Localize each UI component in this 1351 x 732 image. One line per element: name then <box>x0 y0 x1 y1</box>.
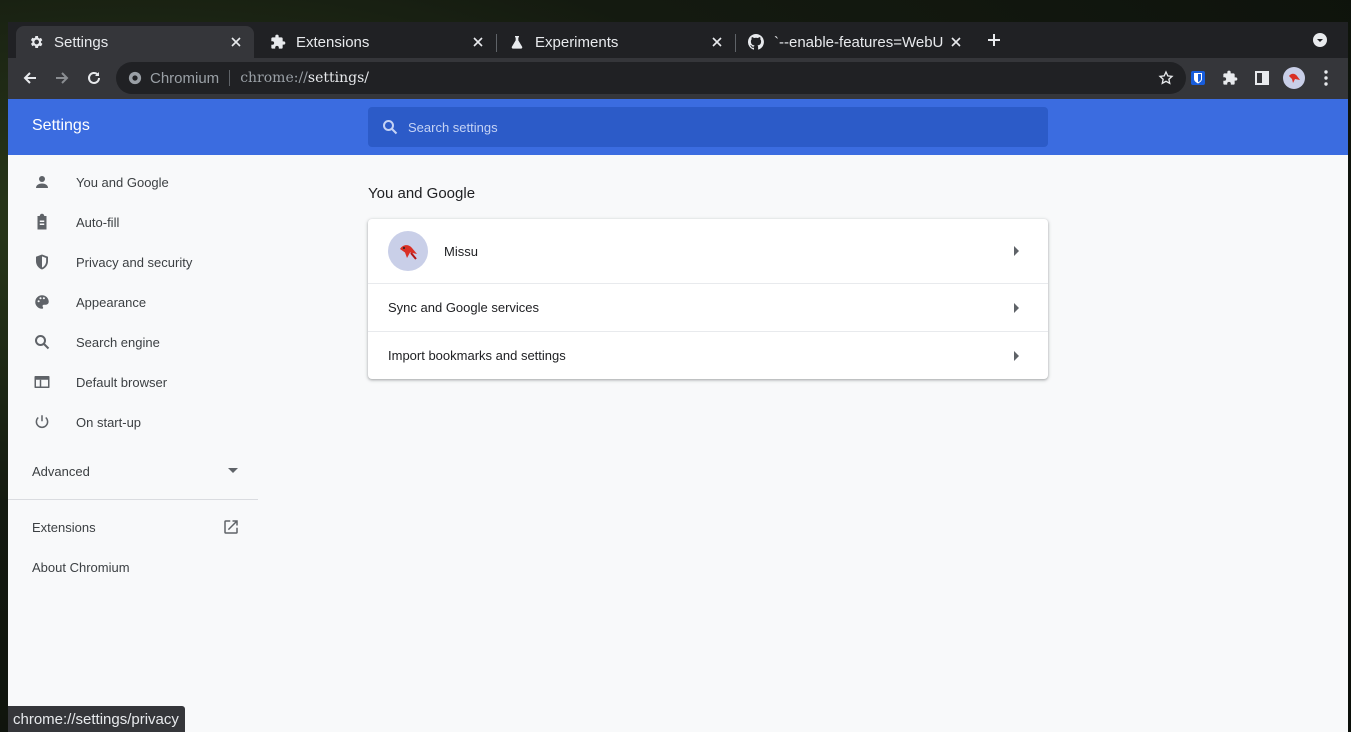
bookmark-star-icon[interactable] <box>1158 70 1174 86</box>
palette-icon <box>32 292 52 312</box>
omnibox-divider <box>229 70 231 86</box>
menu-kebab-button[interactable] <box>1310 62 1342 94</box>
tab-title: `--enable-features=WebU <box>774 33 944 51</box>
site-name: Chromium <box>150 69 220 87</box>
sidebar-item-autofill[interactable]: Auto-fill <box>8 202 258 242</box>
tab-title: Experiments <box>535 33 619 51</box>
open-in-new-icon <box>222 518 240 536</box>
url-scheme: chrome:// <box>240 70 308 86</box>
import-label: Import bookmarks and settings <box>388 348 566 363</box>
advanced-toggle[interactable]: Advanced <box>8 451 258 491</box>
sidebar-item-extensions[interactable]: Extensions <box>8 507 258 547</box>
chromium-site-icon <box>128 71 142 85</box>
caret-down-icon <box>228 468 238 474</box>
browser-icon <box>32 372 52 392</box>
close-icon[interactable] <box>228 34 244 50</box>
arrow-right-icon <box>1014 246 1022 256</box>
arrow-right-icon <box>1014 350 1022 361</box>
status-bubble: chrome://settings/privacy <box>8 706 185 732</box>
page-title: Settings <box>32 117 90 134</box>
tab-github[interactable]: `--enable-features=WebU <box>736 26 974 58</box>
close-icon[interactable] <box>948 34 964 50</box>
sidebar-item-default-browser[interactable]: Default browser <box>8 362 258 402</box>
address-bar[interactable]: Chromium chrome://settings/ <box>116 62 1186 94</box>
sidebar-item-label: Appearance <box>76 294 147 310</box>
sidebar-item-label: Privacy and security <box>76 254 193 270</box>
you-and-google-card: Missu Sync and Google services Import bo… <box>368 219 1048 379</box>
search-placeholder: Search settings <box>408 119 498 135</box>
url-path: settings/ <box>307 70 369 86</box>
profile-name: Missu <box>444 243 478 259</box>
search-input[interactable]: Search settings <box>368 107 1048 147</box>
sidebar-item-about[interactable]: About Chromium <box>8 547 258 587</box>
sidebar-divider <box>8 499 258 500</box>
settings-header: Settings Search settings <box>8 99 1348 155</box>
side-panel-button[interactable] <box>1246 62 1278 94</box>
flask-icon <box>509 34 525 50</box>
url-text: chrome://settings/ <box>240 70 369 86</box>
desktop-top-bar <box>0 0 1351 22</box>
about-link-label: About Chromium <box>32 559 130 575</box>
shield-icon <box>32 252 52 272</box>
settings-page: Settings Search settings You and Google … <box>8 99 1348 732</box>
profile-avatar-button[interactable] <box>1278 62 1310 94</box>
sidebar-item-on-startup[interactable]: On start-up <box>8 402 258 442</box>
section-title: You and Google <box>368 185 476 202</box>
tab-title: Settings <box>54 33 109 51</box>
browser-window: Settings Extensions Experiments `--enabl… <box>8 22 1348 732</box>
sidebar-item-label: Search engine <box>76 334 160 350</box>
sidebar-item-search-engine[interactable]: Search engine <box>8 322 258 362</box>
tab-title: Extensions <box>296 33 370 51</box>
extensions-link-label: Extensions <box>32 519 96 535</box>
tab-settings[interactable]: Settings <box>16 26 254 58</box>
github-icon <box>748 34 764 50</box>
import-row[interactable]: Import bookmarks and settings <box>368 332 1048 379</box>
bitwarden-extension-button[interactable] <box>1182 62 1214 94</box>
sync-label: Sync and Google services <box>388 300 540 315</box>
profile-row[interactable]: Missu <box>368 219 1048 283</box>
new-tab-button[interactable] <box>978 24 1010 56</box>
arrow-right-icon <box>1014 302 1022 313</box>
person-icon <box>32 172 52 192</box>
search-icon <box>382 119 398 135</box>
tab-strip: Settings Extensions Experiments `--enabl… <box>8 22 1348 58</box>
toolbar: Chromium chrome://settings/ <box>8 58 1348 98</box>
tab-extensions[interactable]: Extensions <box>258 26 496 58</box>
reload-button[interactable] <box>78 62 110 94</box>
clipboard-icon <box>32 212 52 232</box>
power-icon <box>32 412 52 432</box>
forward-button[interactable] <box>46 62 78 94</box>
sidebar-item-appearance[interactable]: Appearance <box>8 282 258 322</box>
search-icon <box>32 332 52 352</box>
sidebar-item-privacy[interactable]: Privacy and security <box>8 242 258 282</box>
close-icon[interactable] <box>470 34 486 50</box>
sidebar-item-label: On start-up <box>76 414 142 430</box>
back-button[interactable] <box>14 62 46 94</box>
sync-row[interactable]: Sync and Google services <box>368 284 1048 331</box>
sidebar-item-you-and-google[interactable]: You and Google <box>8 162 258 202</box>
sidebar-item-label: Auto-fill <box>76 214 120 230</box>
extensions-button[interactable] <box>1214 62 1246 94</box>
close-icon[interactable] <box>709 34 725 50</box>
tab-experiments[interactable]: Experiments <box>497 26 735 58</box>
sidebar-item-label: You and Google <box>76 174 169 190</box>
tab-search-button[interactable] <box>1304 24 1336 56</box>
avatar <box>388 231 428 271</box>
gear-icon <box>28 34 44 50</box>
puzzle-icon <box>270 34 286 50</box>
advanced-label: Advanced <box>32 463 90 479</box>
sidebar-item-label: Default browser <box>76 374 168 390</box>
